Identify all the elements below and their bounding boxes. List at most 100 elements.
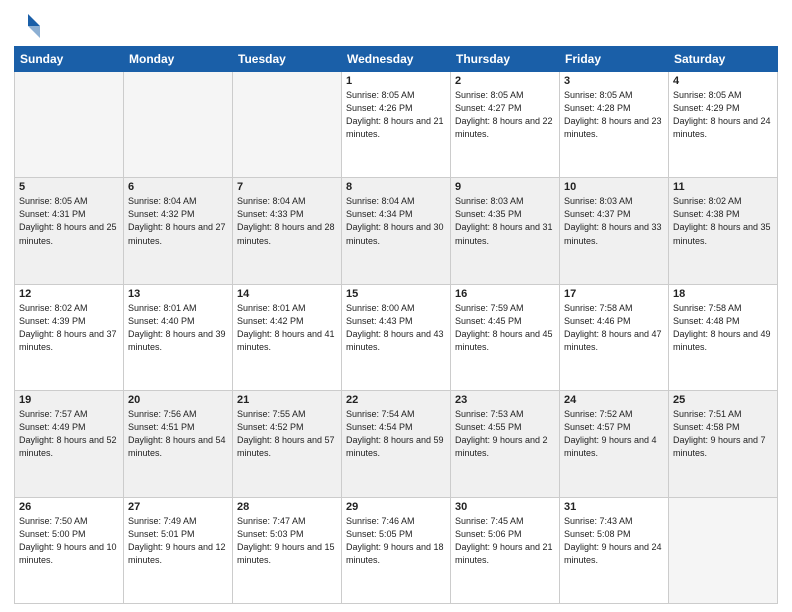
calendar-cell: 25 Sunrise: 7:51 AM Sunset: 4:58 PM Dayli…	[669, 391, 778, 497]
calendar-cell: 14Sunrise: 8:01 AM Sunset: 4:42 PM Dayli…	[233, 284, 342, 390]
day-number: 22	[346, 394, 446, 406]
calendar-cell: 23 Sunrise: 7:53 AM Sunset: 4:55 PM Dayli…	[451, 391, 560, 497]
day-info: Sunrise: 8:05 AM Sunset: 4:28 PM Dayligh…	[564, 89, 664, 141]
day-number: 16	[455, 288, 555, 300]
day-number: 21	[237, 394, 337, 406]
calendar-header-tuesday: Tuesday	[233, 47, 342, 72]
logo	[14, 12, 46, 40]
calendar-cell: 12 Sunrise: 8:02 AM Sunset: 4:39 PM Dayli…	[15, 284, 124, 390]
calendar-cell: 22 Sunrise: 7:54 AM Sunset: 4:54 PM Dayli…	[342, 391, 451, 497]
day-number: 27	[128, 501, 228, 513]
day-info: Sunrise: 7:49 AM Sunset: 5:01 PM Dayligh…	[128, 515, 228, 567]
calendar-week-row: 12 Sunrise: 8:02 AM Sunset: 4:39 PM Dayli…	[15, 284, 778, 390]
calendar-cell: 3 Sunrise: 8:05 AM Sunset: 4:28 PM Daylig…	[560, 72, 669, 178]
calendar-week-row: 26 Sunrise: 7:50 AM Sunset: 5:00 PM Dayli…	[15, 497, 778, 603]
day-number: 28	[237, 501, 337, 513]
calendar-cell: 13 Sunrise: 8:01 AM Sunset: 4:40 PM Dayli…	[124, 284, 233, 390]
calendar-cell: 20 Sunrise: 7:56 AM Sunset: 4:51 PM Dayli…	[124, 391, 233, 497]
calendar-cell: 27 Sunrise: 7:49 AM Sunset: 5:01 PM Dayli…	[124, 497, 233, 603]
day-number: 29	[346, 501, 446, 513]
calendar-cell: 18 Sunrise: 7:58 AM Sunset: 4:48 PM Dayli…	[669, 284, 778, 390]
calendar-cell	[233, 72, 342, 178]
day-info: Sunrise: 7:53 AM Sunset: 4:55 PM Dayligh…	[455, 408, 555, 460]
day-number: 11	[673, 181, 773, 193]
day-number: 30	[455, 501, 555, 513]
day-number: 9	[455, 181, 555, 193]
day-info: Sunrise: 7:43 AM Sunset: 5:08 PM Dayligh…	[564, 515, 664, 567]
calendar-cell	[669, 497, 778, 603]
day-number: 25	[673, 394, 773, 406]
calendar-cell: 15Sunrise: 8:00 AM Sunset: 4:43 PM Dayli…	[342, 284, 451, 390]
day-number: 2	[455, 75, 555, 87]
day-number: 31	[564, 501, 664, 513]
day-info: Sunrise: 8:04 AM Sunset: 4:33 PM Dayligh…	[237, 195, 337, 247]
day-info: Sunrise: 8:03 AM Sunset: 4:37 PM Dayligh…	[564, 195, 664, 247]
calendar-cell: 4Sunrise: 8:05 AM Sunset: 4:29 PM Daylig…	[669, 72, 778, 178]
day-number: 4	[673, 75, 773, 87]
calendar-cell: 2Sunrise: 8:05 AM Sunset: 4:27 PM Daylig…	[451, 72, 560, 178]
calendar-week-row: 5 Sunrise: 8:05 AM Sunset: 4:31 PM Daylig…	[15, 178, 778, 284]
calendar-table: SundayMondayTuesdayWednesdayThursdayFrid…	[14, 46, 778, 604]
day-info: Sunrise: 7:46 AM Sunset: 5:05 PM Dayligh…	[346, 515, 446, 567]
calendar-cell: 24Sunrise: 7:52 AM Sunset: 4:57 PM Dayli…	[560, 391, 669, 497]
day-info: Sunrise: 7:58 AM Sunset: 4:48 PM Dayligh…	[673, 302, 773, 354]
day-number: 3	[564, 75, 664, 87]
calendar-cell: 1Sunrise: 8:05 AM Sunset: 4:26 PM Daylig…	[342, 72, 451, 178]
calendar-cell: 28 Sunrise: 7:47 AM Sunset: 5:03 PM Dayli…	[233, 497, 342, 603]
day-number: 5	[19, 181, 119, 193]
calendar-cell: 7 Sunrise: 8:04 AM Sunset: 4:33 PM Daylig…	[233, 178, 342, 284]
day-info: Sunrise: 7:47 AM Sunset: 5:03 PM Dayligh…	[237, 515, 337, 567]
calendar-cell: 10 Sunrise: 8:03 AM Sunset: 4:37 PM Dayli…	[560, 178, 669, 284]
calendar-header-saturday: Saturday	[669, 47, 778, 72]
day-number: 23	[455, 394, 555, 406]
calendar-cell: 17Sunrise: 7:58 AM Sunset: 4:46 PM Dayli…	[560, 284, 669, 390]
day-info: Sunrise: 7:51 AM Sunset: 4:58 PM Dayligh…	[673, 408, 773, 460]
day-number: 6	[128, 181, 228, 193]
calendar-cell: 21Sunrise: 7:55 AM Sunset: 4:52 PM Dayli…	[233, 391, 342, 497]
calendar-cell: 31 Sunrise: 7:43 AM Sunset: 5:08 PM Dayli…	[560, 497, 669, 603]
calendar-cell: 5 Sunrise: 8:05 AM Sunset: 4:31 PM Daylig…	[15, 178, 124, 284]
calendar-cell: 30Sunrise: 7:45 AM Sunset: 5:06 PM Dayli…	[451, 497, 560, 603]
day-number: 18	[673, 288, 773, 300]
day-info: Sunrise: 8:03 AM Sunset: 4:35 PM Dayligh…	[455, 195, 555, 247]
calendar-cell: 16 Sunrise: 7:59 AM Sunset: 4:45 PM Dayli…	[451, 284, 560, 390]
calendar-header-wednesday: Wednesday	[342, 47, 451, 72]
day-number: 20	[128, 394, 228, 406]
day-info: Sunrise: 8:01 AM Sunset: 4:40 PM Dayligh…	[128, 302, 228, 354]
calendar-header-sunday: Sunday	[15, 47, 124, 72]
calendar-week-row: 1Sunrise: 8:05 AM Sunset: 4:26 PM Daylig…	[15, 72, 778, 178]
day-number: 7	[237, 181, 337, 193]
day-number: 13	[128, 288, 228, 300]
day-info: Sunrise: 8:01 AM Sunset: 4:42 PM Dayligh…	[237, 302, 337, 354]
calendar-cell: 19Sunrise: 7:57 AM Sunset: 4:49 PM Dayli…	[15, 391, 124, 497]
header	[14, 12, 778, 40]
calendar-week-row: 19Sunrise: 7:57 AM Sunset: 4:49 PM Dayli…	[15, 391, 778, 497]
calendar-cell: 8 Sunrise: 8:04 AM Sunset: 4:34 PM Daylig…	[342, 178, 451, 284]
day-info: Sunrise: 7:56 AM Sunset: 4:51 PM Dayligh…	[128, 408, 228, 460]
calendar-cell: 26 Sunrise: 7:50 AM Sunset: 5:00 PM Dayli…	[15, 497, 124, 603]
calendar-cell	[124, 72, 233, 178]
day-number: 17	[564, 288, 664, 300]
day-info: Sunrise: 7:59 AM Sunset: 4:45 PM Dayligh…	[455, 302, 555, 354]
day-info: Sunrise: 8:04 AM Sunset: 4:34 PM Dayligh…	[346, 195, 446, 247]
day-info: Sunrise: 7:54 AM Sunset: 4:54 PM Dayligh…	[346, 408, 446, 460]
day-number: 12	[19, 288, 119, 300]
day-info: Sunrise: 7:50 AM Sunset: 5:00 PM Dayligh…	[19, 515, 119, 567]
day-number: 26	[19, 501, 119, 513]
calendar-cell: 9 Sunrise: 8:03 AM Sunset: 4:35 PM Daylig…	[451, 178, 560, 284]
day-number: 10	[564, 181, 664, 193]
day-number: 8	[346, 181, 446, 193]
calendar-header-monday: Monday	[124, 47, 233, 72]
calendar-cell: 11Sunrise: 8:02 AM Sunset: 4:38 PM Dayli…	[669, 178, 778, 284]
calendar-cell	[15, 72, 124, 178]
calendar-cell: 29 Sunrise: 7:46 AM Sunset: 5:05 PM Dayli…	[342, 497, 451, 603]
calendar-header-row: SundayMondayTuesdayWednesdayThursdayFrid…	[15, 47, 778, 72]
page: SundayMondayTuesdayWednesdayThursdayFrid…	[0, 0, 792, 612]
calendar-header-thursday: Thursday	[451, 47, 560, 72]
day-info: Sunrise: 8:05 AM Sunset: 4:26 PM Dayligh…	[346, 89, 446, 141]
day-info: Sunrise: 8:04 AM Sunset: 4:32 PM Dayligh…	[128, 195, 228, 247]
day-info: Sunrise: 7:52 AM Sunset: 4:57 PM Dayligh…	[564, 408, 664, 460]
day-info: Sunrise: 8:02 AM Sunset: 4:39 PM Dayligh…	[19, 302, 119, 354]
day-info: Sunrise: 8:05 AM Sunset: 4:31 PM Dayligh…	[19, 195, 119, 247]
day-number: 19	[19, 394, 119, 406]
